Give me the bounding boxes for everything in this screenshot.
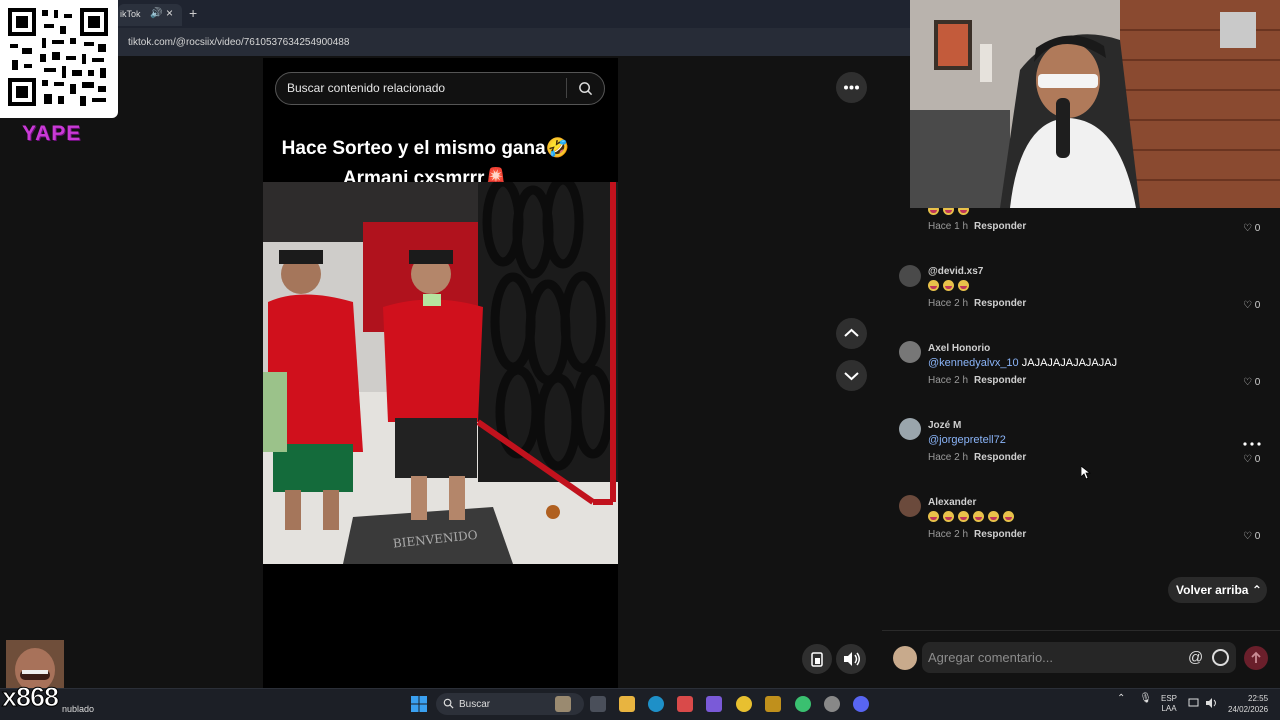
tab-close-button[interactable]: × (166, 6, 173, 20)
comment-3-mention[interactable]: @kennedyalvx_10 (928, 357, 1019, 369)
volume-button[interactable] (836, 644, 866, 674)
comment-5-emojis (928, 511, 1018, 523)
video-caption-line-1: Hace Sorteo y el mismo gana🤣 (281, 138, 570, 159)
heart-icon: ♡ (1243, 531, 1252, 542)
related-search-placeholder[interactable]: Buscar contenido relacionado (287, 81, 445, 95)
streamer-webcam-image (910, 0, 1280, 208)
comment-2-emojis (928, 280, 973, 292)
windows-start-icon[interactable] (411, 696, 427, 712)
comment-2-meta: Hace 2 h Responder (928, 298, 1027, 309)
comment-4-text: @jorgepretell72 (928, 434, 1006, 446)
edge-icon[interactable] (648, 696, 664, 712)
comment-3-user[interactable]: Axel Honorio (928, 343, 990, 354)
browser-tab[interactable]: ikTok 🔊 × (118, 4, 182, 26)
copilot-icon[interactable] (706, 696, 722, 712)
channel-tag: x868 (1, 682, 59, 713)
webcam-overlay (910, 0, 1280, 208)
qr-code (0, 0, 118, 118)
speaker-icon (844, 652, 860, 666)
reply-button[interactable]: Responder (974, 375, 1026, 386)
file-explorer-icon[interactable] (619, 696, 635, 712)
chrome-icon[interactable] (736, 696, 752, 712)
previous-video-button[interactable] (836, 318, 867, 349)
system-tray[interactable]: ⌃ 🎙 (1117, 693, 1152, 704)
heart-icon: ♡ (1243, 377, 1252, 388)
double-chevron-up-icon: ⌃ (1251, 583, 1262, 597)
more-dots-icon (844, 85, 859, 90)
reply-button[interactable]: Responder (974, 529, 1026, 540)
widget-icon[interactable] (555, 696, 571, 712)
comment-4-avatar[interactable] (899, 418, 921, 440)
chrome-profile-icon[interactable] (795, 696, 811, 712)
comment-more-icon[interactable] (1243, 441, 1261, 447)
comment-4-mention[interactable]: @jorgepretell72 (928, 434, 1006, 446)
discord-icon[interactable] (853, 696, 869, 712)
comment-3-avatar[interactable] (899, 341, 921, 363)
video-frame[interactable]: BIENVENIDO (263, 175, 618, 564)
comment-5-like[interactable]: ♡ 0 (1243, 531, 1260, 542)
mention-icon[interactable]: @ (1188, 649, 1203, 666)
qr-code-image (8, 8, 108, 106)
network-volume-icons[interactable] (1188, 697, 1220, 709)
search-divider (566, 78, 567, 98)
video-scene-image: BIENVENIDO (263, 175, 618, 564)
comment-3-like[interactable]: ♡ 0 (1243, 377, 1260, 388)
obs-icon[interactable] (824, 696, 840, 712)
task-view-icon[interactable] (590, 696, 606, 712)
comment-3-text: @kennedyalvx_10 JAJAJAJAJAJAJAJ (928, 357, 1118, 369)
arrow-up-icon (1251, 651, 1261, 663)
send-comment-button[interactable] (1244, 646, 1268, 670)
back-to-top-button[interactable]: Volver arriba ⌃ (1168, 577, 1267, 603)
comment-5-user[interactable]: Alexander (928, 497, 976, 508)
comment-4-meta: Hace 2 h Responder (928, 452, 1027, 463)
comment-4-like[interactable]: ♡ 0 (1243, 454, 1260, 465)
keyboard-language[interactable]: ESP LAA (1161, 694, 1177, 714)
search-icon[interactable] (578, 81, 593, 96)
chevron-up-icon[interactable]: ⌃ (1117, 693, 1125, 704)
comment-2-user[interactable]: @devid.xs7 (928, 266, 983, 277)
tab-title: ikTok (120, 9, 141, 19)
chevron-up-icon (844, 328, 859, 337)
comment-4-user[interactable]: Jozé M (928, 420, 961, 431)
speaker-icon[interactable]: 🔊 (150, 8, 162, 19)
search-icon (443, 698, 454, 709)
comment-2-avatar[interactable] (899, 265, 921, 287)
my-avatar (893, 646, 917, 670)
comment-1-like[interactable]: ♡ 0 (1243, 223, 1260, 234)
microphone-icon[interactable]: 🎙 (1139, 693, 1152, 704)
mouse-cursor-icon (1081, 466, 1091, 480)
snipping-tool-icon[interactable] (677, 696, 693, 712)
comment-2-like[interactable]: ♡ 0 (1243, 300, 1260, 311)
picture-in-picture-button[interactable] (802, 644, 832, 674)
url-text[interactable]: tiktok.com/@rocsiix/video/76105376342549… (128, 37, 349, 48)
windows-taskbar (0, 688, 1280, 720)
next-video-button[interactable] (836, 360, 867, 391)
emoji-icon[interactable] (1212, 649, 1229, 666)
heart-icon: ♡ (1243, 454, 1252, 465)
taskbar-clock[interactable]: 22:55 24/02/2026 (1228, 693, 1268, 715)
comment-5-avatar[interactable] (899, 495, 921, 517)
reply-button[interactable]: Responder (974, 298, 1026, 309)
chevron-down-icon (844, 372, 859, 381)
comment-5-meta: Hace 2 h Responder (928, 529, 1027, 540)
weather-text: nublado (62, 704, 95, 714)
more-options-button[interactable] (836, 72, 867, 103)
pip-icon (811, 652, 823, 667)
taskbar-search-label[interactable]: Buscar (459, 699, 490, 710)
heart-icon: ♡ (1243, 223, 1252, 234)
comment-1-meta: Hace 1 h Responder (928, 221, 1027, 232)
reply-button[interactable]: Responder (974, 221, 1026, 232)
reply-button[interactable]: Responder (974, 452, 1026, 463)
heart-icon: ♡ (1243, 300, 1252, 311)
new-tab-button[interactable]: + (189, 5, 197, 21)
yape-label: YAPE (22, 122, 82, 145)
game-app-icon[interactable] (765, 696, 781, 712)
comment-3-meta: Hace 2 h Responder (928, 375, 1027, 386)
